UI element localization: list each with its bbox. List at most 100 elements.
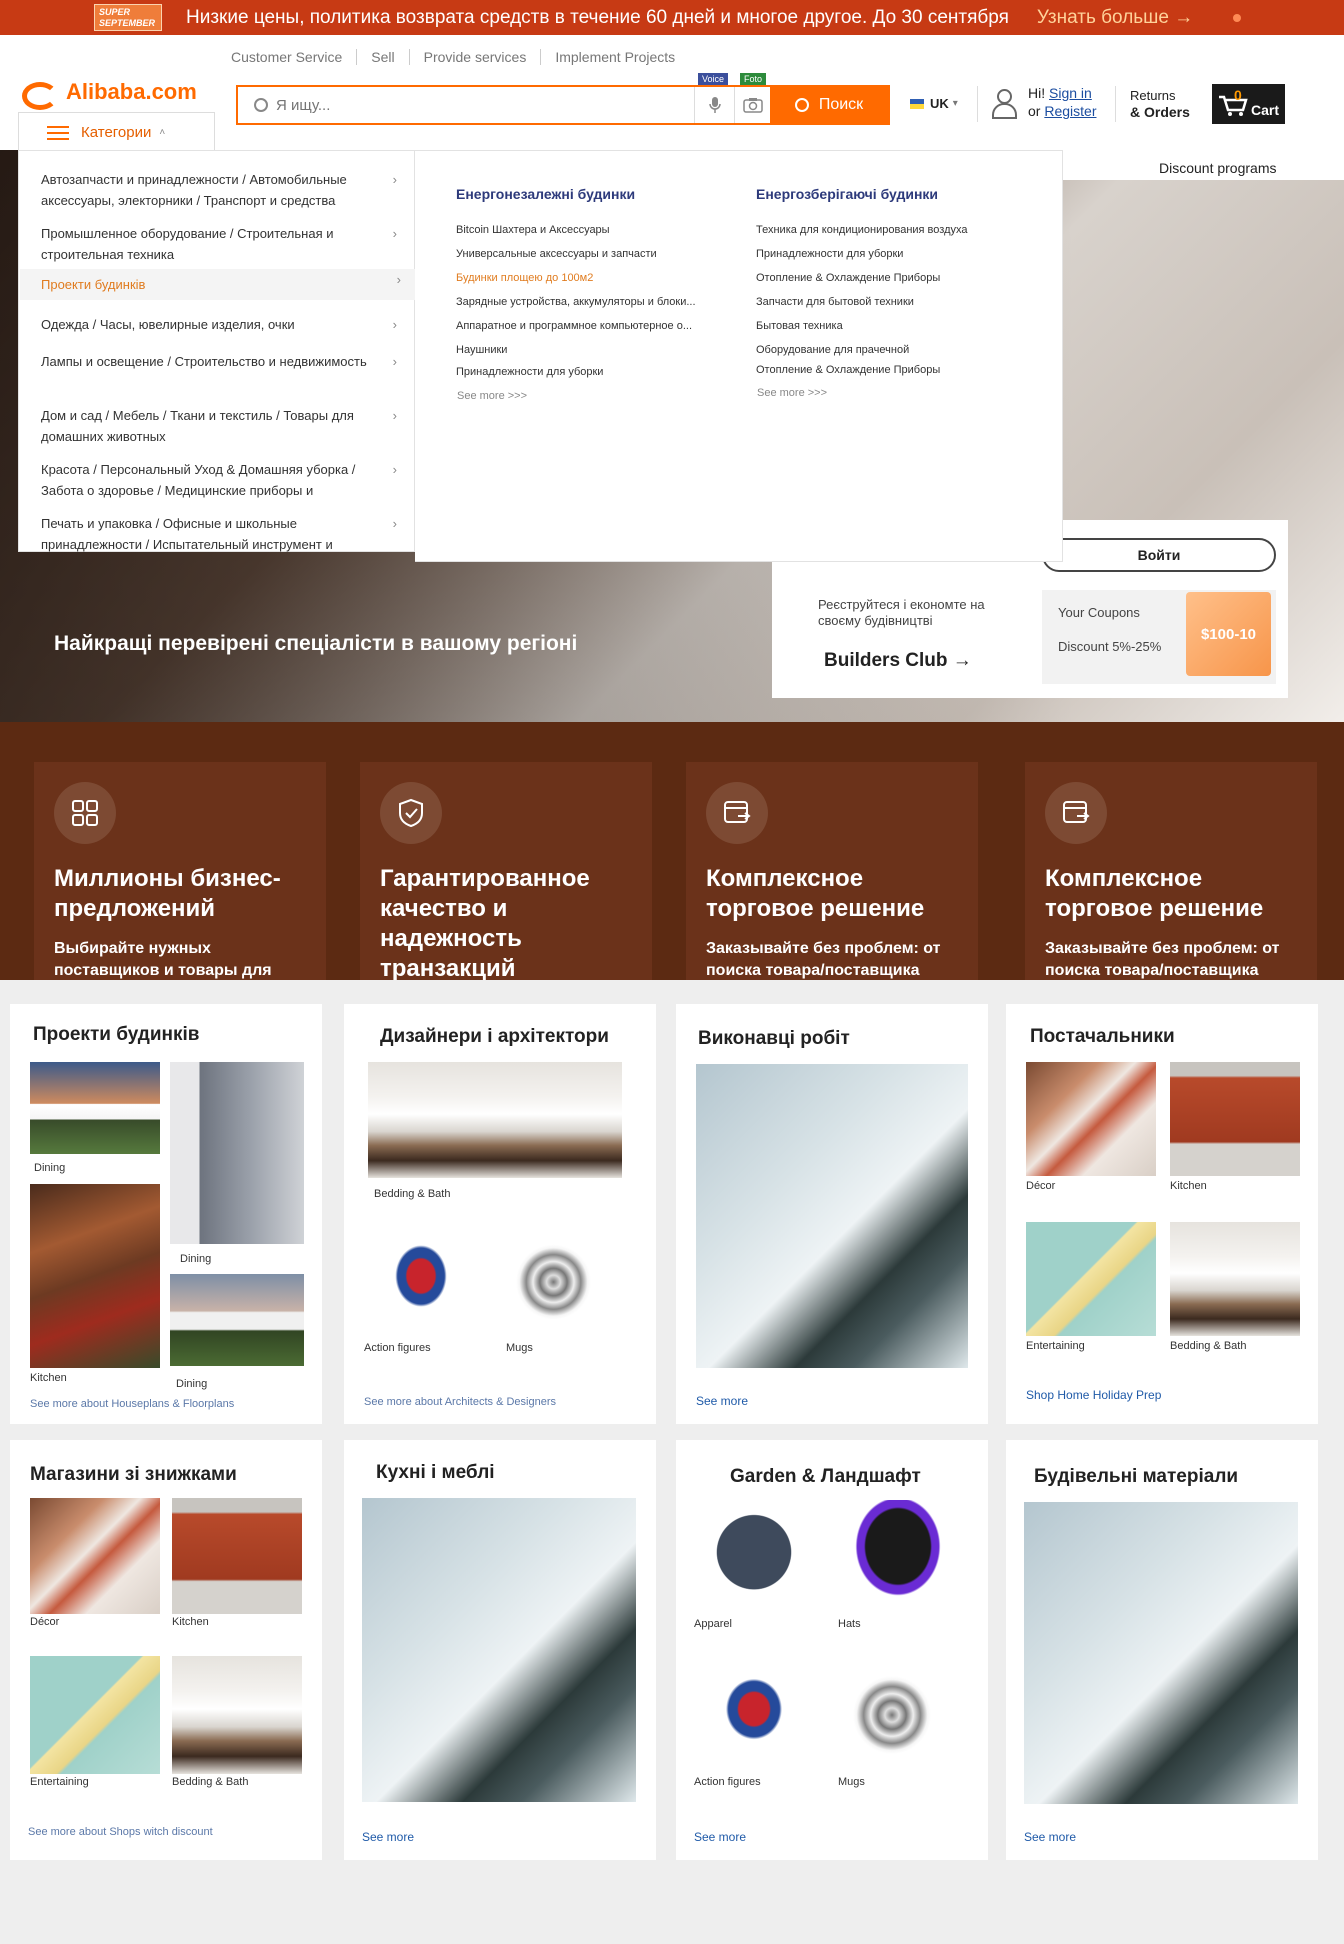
product-image[interactable] — [838, 1656, 958, 1774]
see-more-link[interactable]: See more >>> — [757, 387, 827, 399]
search-input[interactable] — [276, 96, 686, 114]
feature-card[interactable]: Комплексное торговое решение Заказывайте… — [686, 762, 978, 980]
feature-card[interactable]: Гарантированное качество и надежность тр… — [360, 762, 652, 980]
card-title[interactable]: Garden & Ландшафт — [730, 1466, 921, 1488]
alibaba-logo[interactable]: Alibaba.com — [20, 78, 197, 110]
product-image[interactable] — [504, 1222, 614, 1342]
image-caption: Dining — [34, 1162, 66, 1174]
product-image[interactable] — [368, 1062, 622, 1178]
see-more-link[interactable]: See more — [694, 1830, 746, 1844]
microphone-icon[interactable] — [694, 87, 734, 123]
subcategory-link[interactable]: Запчасти для бытовой техники — [756, 296, 914, 308]
card-title[interactable]: Кухні і меблі — [376, 1462, 495, 1484]
card-title[interactable]: Дизайнери і архітектори — [380, 1026, 609, 1048]
card-suppliers: Постачальники Décor Kitchen Entertaining… — [1006, 1004, 1318, 1424]
product-image[interactable] — [694, 1500, 814, 1616]
product-image[interactable] — [366, 1222, 476, 1342]
category-item-active[interactable]: Проекти будинків › — [20, 269, 415, 300]
search-button-icon — [794, 98, 809, 112]
image-caption: Kitchen — [30, 1372, 67, 1384]
register-link[interactable]: Register — [1044, 103, 1096, 119]
subcategory-title[interactable]: Енергозберігаючі будинки — [756, 186, 938, 202]
product-image[interactable] — [1026, 1062, 1156, 1176]
image-caption: Kitchen — [1170, 1180, 1207, 1192]
category-item[interactable]: Дом и сад / Мебель / Ткани и текстиль / … — [41, 405, 397, 447]
see-more-link[interactable]: See more about Houseplans & Floorplans — [30, 1398, 234, 1410]
promo-learn-more-link[interactable]: Узнать больше → — [1037, 7, 1193, 29]
link-provide-services[interactable]: Provide services — [408, 49, 541, 65]
card-title[interactable]: Постачальники — [1030, 1026, 1175, 1048]
language-selector[interactable]: UK ▾ — [910, 96, 958, 111]
product-image[interactable] — [30, 1062, 160, 1154]
product-image[interactable] — [172, 1656, 302, 1774]
sign-in-link[interactable]: Sign in — [1049, 85, 1092, 101]
subcategory-link[interactable]: Bitcoin Шахтера и Аксессуары — [456, 224, 610, 236]
chevron-right-icon: › — [392, 226, 397, 241]
subcategory-link[interactable]: Бытовая техника — [756, 320, 843, 332]
or-text: or — [1028, 103, 1041, 119]
product-image[interactable] — [362, 1498, 636, 1802]
categories-button[interactable]: Категории ˄ — [18, 112, 215, 152]
subcategory-link[interactable]: Зарядные устройства, аккумуляторы и блок… — [456, 296, 696, 308]
subcategory-link[interactable]: Универсальные аксессуары и запчасти — [456, 248, 657, 260]
card-title[interactable]: Проекти будинків — [33, 1024, 199, 1046]
category-item[interactable]: Одежда / Часы, ювелирные изделия, очки › — [41, 314, 397, 335]
category-label: Проекти будинків — [41, 277, 146, 292]
see-more-link[interactable]: See more — [362, 1830, 414, 1844]
link-implement-projects[interactable]: Implement Projects — [540, 49, 689, 65]
subcategory-link[interactable]: Отопление & Охлаждение Приборы — [756, 364, 940, 376]
card-title[interactable]: Магазини зі знижками — [30, 1464, 237, 1486]
product-image[interactable] — [30, 1656, 160, 1774]
category-item[interactable]: Лампы и освещение / Строительство и недв… — [41, 351, 397, 372]
subcategory-link[interactable]: Отопление & Охлаждение Приборы — [756, 272, 940, 284]
product-image[interactable] — [1170, 1222, 1300, 1336]
subcategory-title[interactable]: Енергонезалежні будинки — [456, 186, 635, 202]
card-title[interactable]: Виконавці робіт — [698, 1028, 850, 1050]
see-more-link[interactable]: See more — [1024, 1830, 1076, 1844]
returns-orders-link[interactable]: Returns & Orders — [1130, 88, 1190, 121]
camera-icon[interactable] — [734, 87, 770, 123]
search-button[interactable]: Поиск — [770, 87, 888, 123]
see-more-link[interactable]: See more about Shops witch discount — [28, 1826, 213, 1838]
product-image[interactable] — [170, 1062, 304, 1244]
category-item[interactable]: Печать и упаковка / Офисные и школьные п… — [41, 513, 397, 555]
discount-programs-link[interactable]: Discount programs — [1159, 160, 1277, 176]
see-more-link[interactable]: See more — [696, 1394, 748, 1408]
subcategory-link[interactable]: Аппаратное и программное компьютерное о.… — [456, 320, 692, 332]
cart-button[interactable]: 0 Cart — [1212, 84, 1285, 124]
see-more-link[interactable]: See more >>> — [457, 390, 527, 402]
product-image[interactable] — [30, 1184, 160, 1368]
feature-card[interactable]: Миллионы бизнес-предложений Выбирайте ну… — [34, 762, 326, 980]
card-building-materials: Будівельні матеріали See more — [1006, 1440, 1318, 1860]
product-image[interactable] — [1024, 1502, 1298, 1804]
feature-card[interactable]: Комплексное торговое решение Заказывайте… — [1025, 762, 1317, 980]
subcategory-link[interactable]: Будинки площею до 100м2 — [456, 272, 593, 284]
subcategory-link[interactable]: Наушники — [456, 344, 507, 356]
product-image[interactable] — [696, 1064, 968, 1368]
product-image[interactable] — [1026, 1222, 1156, 1336]
login-button[interactable]: Войти — [1042, 538, 1276, 572]
subcategory-link[interactable]: Принадлежности для уборки — [756, 248, 903, 260]
builders-club-link[interactable]: Builders Club → — [824, 650, 972, 672]
category-item[interactable]: Промышленное оборудование / Строительная… — [41, 223, 397, 265]
subcategory-link[interactable]: Принадлежности для уборки — [456, 366, 603, 378]
see-more-link[interactable]: See more about Architects & Designers — [364, 1396, 556, 1408]
subcategory-link[interactable]: Техника для кондиционирования воздуха — [756, 224, 967, 236]
product-image[interactable] — [1170, 1062, 1300, 1176]
product-image[interactable] — [838, 1500, 958, 1616]
subcategory-link[interactable]: Оборудование для прачечной — [756, 344, 909, 356]
product-image[interactable] — [170, 1274, 304, 1366]
product-image[interactable] — [694, 1656, 814, 1774]
category-item[interactable]: Красота / Персональный Уход & Домашняя у… — [41, 459, 397, 501]
link-customer-service[interactable]: Customer Service — [231, 49, 356, 65]
category-item[interactable]: Автозапчасти и принадлежности / Автомоби… — [41, 169, 397, 211]
product-image[interactable] — [30, 1498, 160, 1614]
see-more-link[interactable]: Shop Home Holiday Prep — [1026, 1388, 1161, 1402]
card-title[interactable]: Будівельні матеріали — [1034, 1466, 1238, 1488]
promo-bar[interactable]: SUPER SEPTEMBER Низкие цены, политика во… — [0, 0, 1344, 35]
product-image[interactable] — [172, 1498, 302, 1614]
link-sell[interactable]: Sell — [356, 49, 408, 65]
user-icon[interactable] — [990, 87, 1017, 119]
divider — [1115, 86, 1116, 122]
card-discount-shops: Магазини зі знижками Décor Kitchen Enter… — [10, 1440, 322, 1860]
